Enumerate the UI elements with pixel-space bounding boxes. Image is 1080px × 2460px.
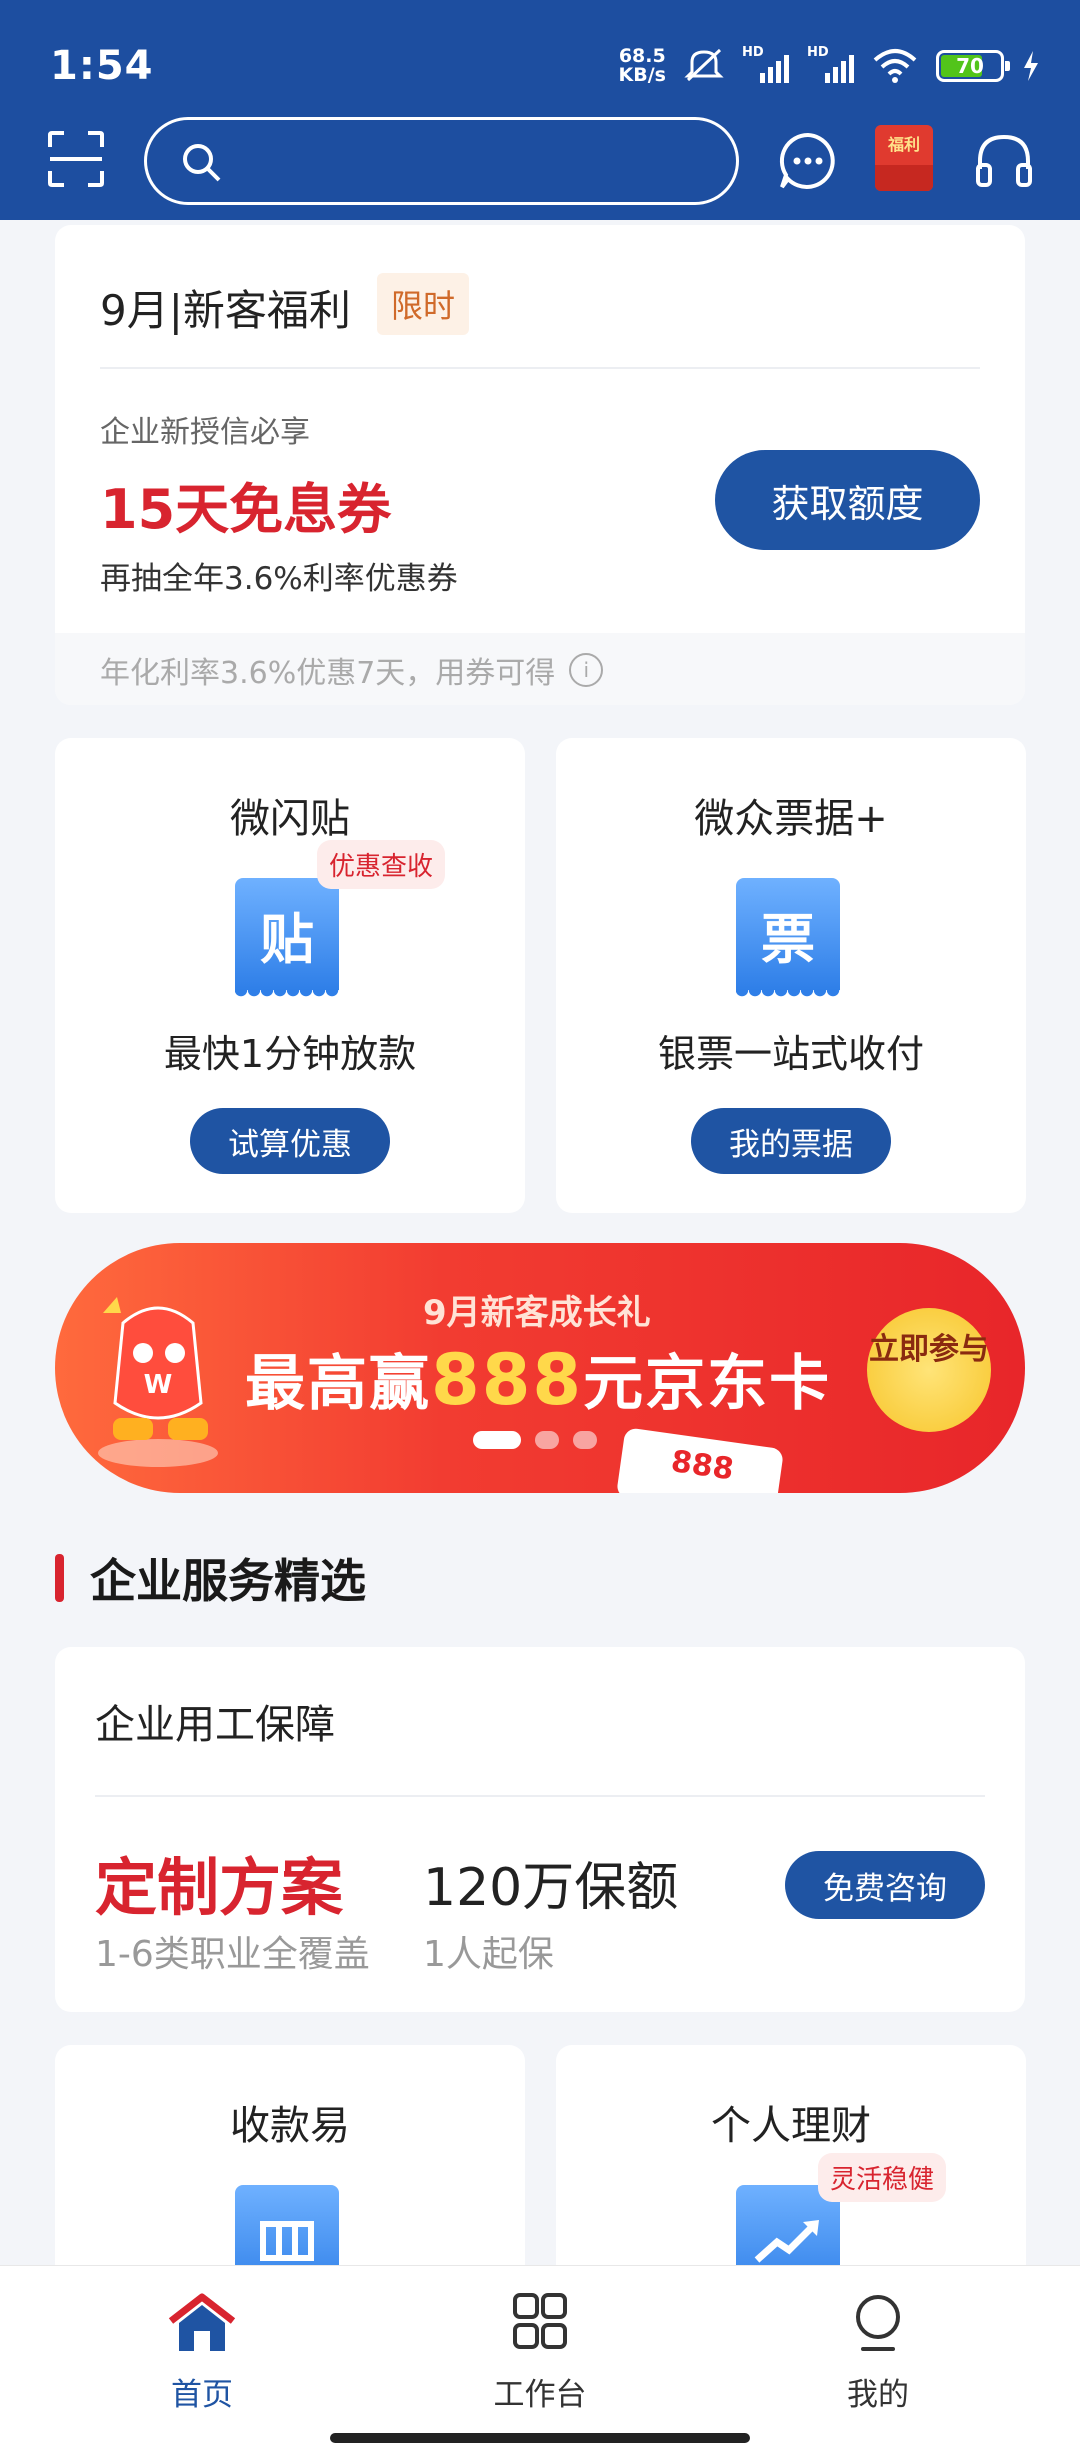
product-description: 最快1分钟放款 <box>163 1032 417 1076</box>
my-bills-button[interactable]: 我的票据 <box>691 1108 891 1174</box>
signal-2-icon: HD <box>807 45 854 83</box>
carousel-indicator <box>473 1431 597 1449</box>
search-input[interactable] <box>144 117 739 205</box>
section-title: 企业服务精选 <box>55 1548 366 1608</box>
tab-workbench[interactable]: 工作台 <box>450 2291 630 2413</box>
tab-label: 工作台 <box>493 2377 587 2413</box>
employment-title: 企业用工保障 <box>95 1702 335 1748</box>
discount-bill-icon: 贴 <box>235 878 339 1000</box>
carousel-dot <box>535 1431 559 1449</box>
message-icon[interactable] <box>776 129 840 193</box>
product-card-bills[interactable]: 微众票据+ 票 银票一站式收付 我的票据 <box>556 738 1026 1213</box>
product-card-weishantie[interactable]: 微闪贴 贴 优惠查收 最快1分钟放款 试算优惠 <box>55 738 525 1213</box>
interest-free-coupon-text: 15天免息券 <box>100 478 392 541</box>
search-icon <box>183 144 221 182</box>
section-accent-bar <box>55 1554 64 1602</box>
trial-calc-button[interactable]: 试算优惠 <box>190 1108 390 1174</box>
tab-home[interactable]: 首页 <box>112 2291 292 2413</box>
charging-icon <box>1024 51 1038 81</box>
info-icon[interactable]: i <box>569 653 604 687</box>
banner-subtitle: 9月新客成长礼 <box>423 1293 651 1333</box>
limited-time-tag: 限时 <box>377 273 470 335</box>
grid-icon <box>513 2293 567 2349</box>
welfare-title: 9月|新客福利 <box>100 286 351 335</box>
product-title: 微闪贴 <box>230 796 350 842</box>
gift-envelope-icon[interactable]: 福利 <box>875 125 933 191</box>
carousel-dot-active <box>473 1431 521 1449</box>
product-title: 个人理财 <box>711 2103 871 2149</box>
carousel-dot <box>573 1431 597 1449</box>
min-insured-text: 1人起保 <box>423 1934 554 1975</box>
insured-amount-text: 120万保额 <box>423 1858 679 1918</box>
status-time: 1:54 <box>50 43 154 89</box>
new-customer-welfare-card: 9月|新客福利 限时 企业新授信必享 15天免息券 再抽全年3.6%利率优惠券 … <box>55 225 1025 705</box>
home-indicator[interactable] <box>330 2433 750 2443</box>
battery-icon: 70 <box>936 50 1010 82</box>
tab-label: 我的 <box>847 2377 909 2413</box>
svg-text:W: W <box>144 1370 173 1400</box>
home-icon <box>168 2293 236 2351</box>
promo-badge: 灵活稳健 <box>817 2153 946 2202</box>
free-consult-button[interactable]: 免费咨询 <box>785 1851 985 1919</box>
promo-banner[interactable]: W 9月新客成长礼 最高赢888元京东卡 立即参与 888 <box>55 1243 1025 1493</box>
product-description: 银票一站式收付 <box>657 1032 924 1076</box>
signal-1-icon: HD <box>742 45 789 83</box>
welfare-description: 再抽全年3.6%利率优惠券 <box>100 561 458 597</box>
tab-mine[interactable]: 我的 <box>788 2291 968 2413</box>
jd-card-illustration: 888 <box>615 1427 785 1493</box>
welfare-footer: 年化利率3.6%优惠7天，用券可得 i <box>55 633 1025 705</box>
status-icons: 68.5 KB/s HD HD 70 <box>618 45 1040 86</box>
welfare-footer-text: 年化利率3.6%优惠7天，用券可得 <box>100 656 556 691</box>
mute-icon <box>684 48 724 82</box>
banner-headline: 最高赢888元京东卡 <box>245 1339 832 1421</box>
product-title: 收款易 <box>230 2103 350 2149</box>
network-speed: 68.5 KB/s <box>618 45 666 86</box>
mascot-illustration: W <box>98 1297 218 1467</box>
employment-insurance-card[interactable]: 企业用工保障 定制方案 1-6类职业全覆盖 120万保额 1人起保 免费咨询 <box>55 1647 1025 2012</box>
get-credit-button[interactable]: 获取额度 <box>715 450 980 550</box>
user-icon <box>856 2295 900 2351</box>
scan-icon[interactable] <box>46 129 106 189</box>
bill-ticket-icon: 票 <box>736 878 840 1000</box>
app-header: 1:54 68.5 KB/s HD HD 70 福利 <box>0 0 1080 220</box>
top-toolbar: 福利 <box>0 115 1080 210</box>
headset-icon[interactable] <box>972 129 1036 193</box>
tab-label: 首页 <box>171 2377 233 2413</box>
divider <box>95 1795 985 1797</box>
status-bar: 1:54 68.5 KB/s HD HD 70 <box>50 38 1040 94</box>
custom-plan-text: 定制方案 <box>95 1851 344 1924</box>
product-title: 微众票据+ <box>694 796 888 842</box>
divider <box>100 367 980 369</box>
bottom-tab-bar: 首页 工作台 我的 <box>0 2265 1080 2460</box>
promo-badge: 优惠查收 <box>316 840 445 889</box>
coverage-text: 1-6类职业全覆盖 <box>95 1934 370 1975</box>
join-now-button[interactable]: 立即参与 <box>867 1308 991 1432</box>
welfare-subtitle: 企业新授信必享 <box>100 415 310 450</box>
wifi-icon <box>873 49 917 83</box>
